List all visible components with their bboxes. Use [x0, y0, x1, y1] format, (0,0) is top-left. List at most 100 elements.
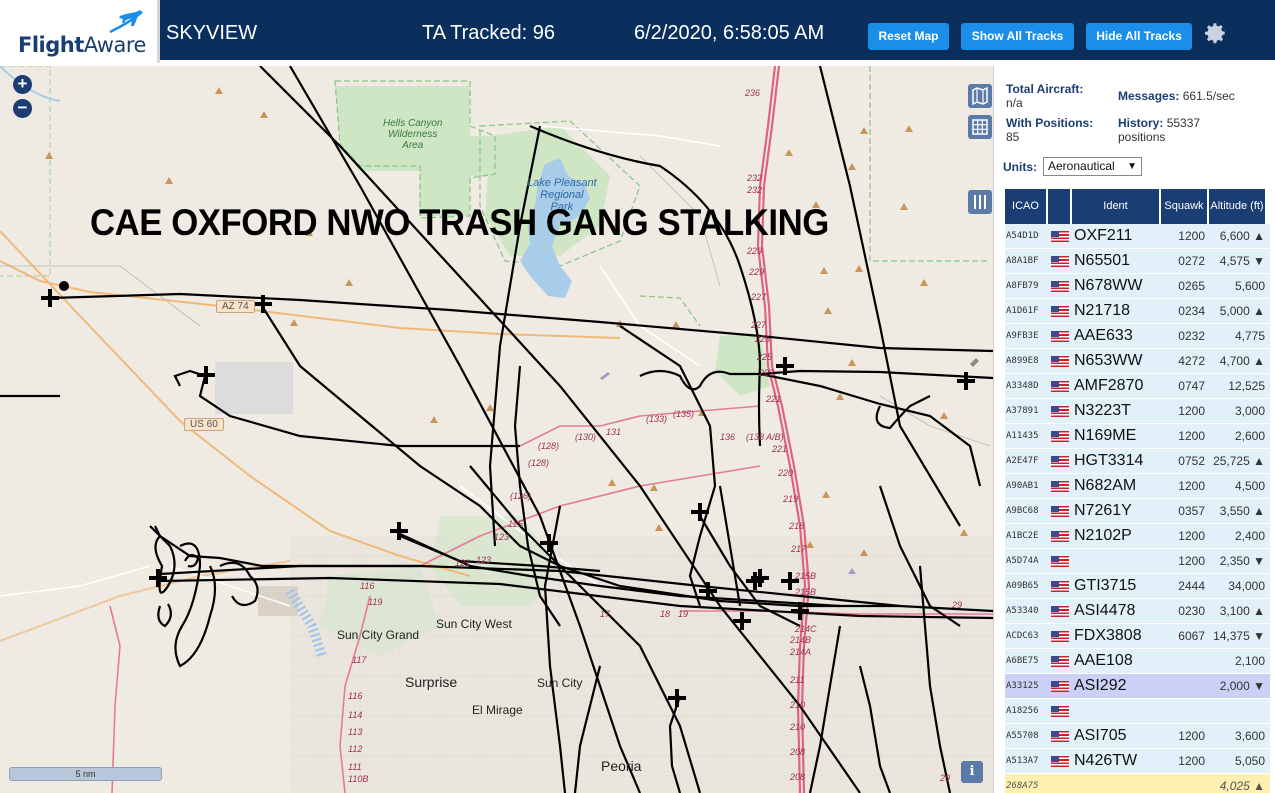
- hide-all-tracks-button[interactable]: Hide All Tracks: [1086, 23, 1192, 50]
- columns-toggle-button[interactable]: [968, 190, 992, 214]
- squawk-cell: 0272: [1178, 254, 1205, 268]
- label-peoria: Peoria: [601, 758, 642, 774]
- col-altitude[interactable]: Altitude (ft): [1209, 189, 1267, 224]
- icao-cell: 268A75: [1006, 781, 1039, 791]
- table-row[interactable]: A53340 ASI4478 0230 3,100 ▲: [1005, 599, 1270, 624]
- table-row[interactable]: A55708 ASI705 1200 3,600: [1005, 724, 1270, 749]
- table-row[interactable]: A899E8 N653WW 4272 4,700 ▲: [1005, 349, 1270, 374]
- table-row[interactable]: A1BC2E N2102P 1200 2,400: [1005, 524, 1270, 549]
- label-sun-city-west: Sun City West: [436, 617, 512, 631]
- flag-cell: [1048, 755, 1072, 767]
- ident-cell: ASI4478: [1074, 602, 1136, 619]
- zoom-in-button[interactable]: +: [13, 75, 32, 94]
- squawk-cell: 0230: [1178, 604, 1205, 618]
- col-ident[interactable]: Ident: [1072, 189, 1161, 224]
- col-icao[interactable]: ICAO: [1005, 189, 1048, 224]
- flag-cell: [1048, 630, 1072, 642]
- table-row[interactable]: A54D1D OXF211 1200 6,600 ▲: [1005, 224, 1270, 249]
- total-aircraft-label: Total Aircraft:: [1006, 82, 1084, 96]
- svg-text:(128): (128): [538, 441, 559, 451]
- altitude-cell: 2,400: [1234, 529, 1265, 543]
- svg-text:19: 19: [678, 609, 688, 619]
- svg-text:217: 217: [790, 544, 807, 554]
- flag-cell: [1048, 505, 1072, 517]
- svg-text:210: 210: [789, 722, 805, 732]
- col-squawk[interactable]: Squawk: [1161, 189, 1209, 224]
- table-row[interactable]: A8A1BF N65501 0272 4,575 ▼: [1005, 249, 1270, 274]
- svg-text:113: 113: [348, 727, 362, 737]
- table-row[interactable]: A9BC68 N7261Y 0357 3,550 ▲: [1005, 499, 1270, 524]
- flag-cell: [1048, 705, 1072, 717]
- svg-text:214C: 214C: [794, 624, 817, 634]
- us-flag-icon: [1051, 355, 1069, 367]
- svg-text:223: 223: [758, 368, 774, 378]
- col-flag[interactable]: [1048, 189, 1072, 224]
- icao-cell: A11435: [1006, 431, 1039, 441]
- table-row[interactable]: A11435 N169ME 1200 2,600: [1005, 424, 1270, 449]
- svg-text:29: 29: [939, 773, 950, 783]
- svg-text:(135): (135): [673, 409, 694, 419]
- ident-cell: ASI705: [1074, 727, 1127, 744]
- gear-icon[interactable]: [1202, 20, 1228, 46]
- with-positions-stat: With Positions: 85: [1006, 116, 1093, 144]
- icao-cell: A53340: [1006, 606, 1039, 616]
- flag-cell: [1048, 330, 1072, 342]
- svg-text:236: 236: [744, 88, 760, 98]
- svg-text:110B: 110B: [348, 774, 368, 784]
- svg-text:215B: 215B: [794, 587, 816, 597]
- map-canvas[interactable]: 236232232 229229227 227225225 223221221 …: [0, 66, 993, 793]
- zoom-out-button[interactable]: −: [13, 99, 32, 118]
- table-row[interactable]: A33125 ASI292 2,000 ▼: [1005, 674, 1270, 699]
- us-flag-icon: [1051, 530, 1069, 542]
- history-unit: positions: [1118, 130, 1166, 144]
- us-flag-icon: [1051, 455, 1069, 467]
- table-row[interactable]: A09B65 GTI3715 2444 34,000: [1005, 574, 1270, 599]
- icao-cell: A37891: [1006, 406, 1039, 416]
- units-select[interactable]: Aeronautical ▼: [1043, 157, 1142, 176]
- info-button[interactable]: i: [961, 761, 983, 783]
- icao-cell: A5D74A: [1006, 556, 1039, 566]
- table-row[interactable]: A9FB3E AAE633 0232 4,775: [1005, 324, 1270, 349]
- table-row[interactable]: A1D61F N21718 0234 5,000 ▲: [1005, 299, 1270, 324]
- table-row[interactable]: A3348D AMF2870 0747 12,525: [1005, 374, 1270, 399]
- ident-cell: N426TW: [1074, 752, 1138, 769]
- table-row[interactable]: A2E47F HGT3314 0752 25,725 ▲: [1005, 449, 1270, 474]
- aircraft-table: ICAO Ident Squawk Altitude (ft) A54D1D OX…: [1005, 189, 1270, 793]
- tracked-count: TA Tracked: 96: [422, 22, 556, 44]
- svg-text:136: 136: [720, 432, 735, 442]
- ident-cell: N21718: [1074, 302, 1131, 319]
- flag-cell: [1048, 380, 1072, 392]
- svg-text:114: 114: [348, 710, 362, 720]
- total-aircraft-value: n/a: [1006, 96, 1023, 110]
- squawk-cell: 1200: [1178, 479, 1205, 493]
- table-row[interactable]: A5D74A 1200 2,350 ▼: [1005, 549, 1270, 574]
- show-all-tracks-button[interactable]: Show All Tracks: [961, 23, 1074, 50]
- table-row[interactable]: ACDC63 FDX3808 6067 14,375 ▼: [1005, 624, 1270, 649]
- altitude-cell: 3,100 ▲: [1219, 604, 1265, 618]
- svg-text:227: 227: [750, 320, 767, 330]
- map-layer-button[interactable]: [968, 84, 992, 108]
- table-row[interactable]: A18256: [1005, 699, 1270, 724]
- grid-layer-button[interactable]: [968, 115, 992, 139]
- icao-cell: ACDC63: [1006, 631, 1039, 641]
- flag-cell: [1048, 555, 1072, 567]
- table-row[interactable]: A6BE75 AAE108 2,100: [1005, 649, 1270, 674]
- flag-cell: [1048, 655, 1072, 667]
- squawk-cell: 2444: [1178, 579, 1205, 593]
- table-row[interactable]: A8FB79 N678WW 0265 5,600: [1005, 274, 1270, 299]
- us-flag-icon: [1051, 305, 1069, 317]
- map-view[interactable]: 236 232 232 229 229 227 227 225 225 223 221 221 …: [0, 66, 993, 793]
- table-row[interactable]: A513A7 N426TW 1200 5,050: [1005, 749, 1270, 774]
- flightaware-logo[interactable]: FlightAware: [0, 0, 160, 63]
- flag-cell: [1048, 580, 1072, 592]
- table-row[interactable]: A37891 N3223T 1200 3,000: [1005, 399, 1270, 424]
- reset-map-button[interactable]: Reset Map: [868, 23, 949, 50]
- svg-text:(130): (130): [575, 432, 596, 442]
- icao-cell: A1BC2E: [1006, 531, 1039, 541]
- icao-cell: A55708: [1006, 731, 1039, 741]
- altitude-cell: 4,025 ▲: [1219, 779, 1265, 793]
- table-row[interactable]: 268A75 4,025 ▲: [1005, 774, 1270, 793]
- us-flag-icon: [1051, 630, 1069, 642]
- table-row[interactable]: A90AB1 N682AM 1200 4,500: [1005, 474, 1270, 499]
- svg-text:17: 17: [600, 609, 611, 619]
